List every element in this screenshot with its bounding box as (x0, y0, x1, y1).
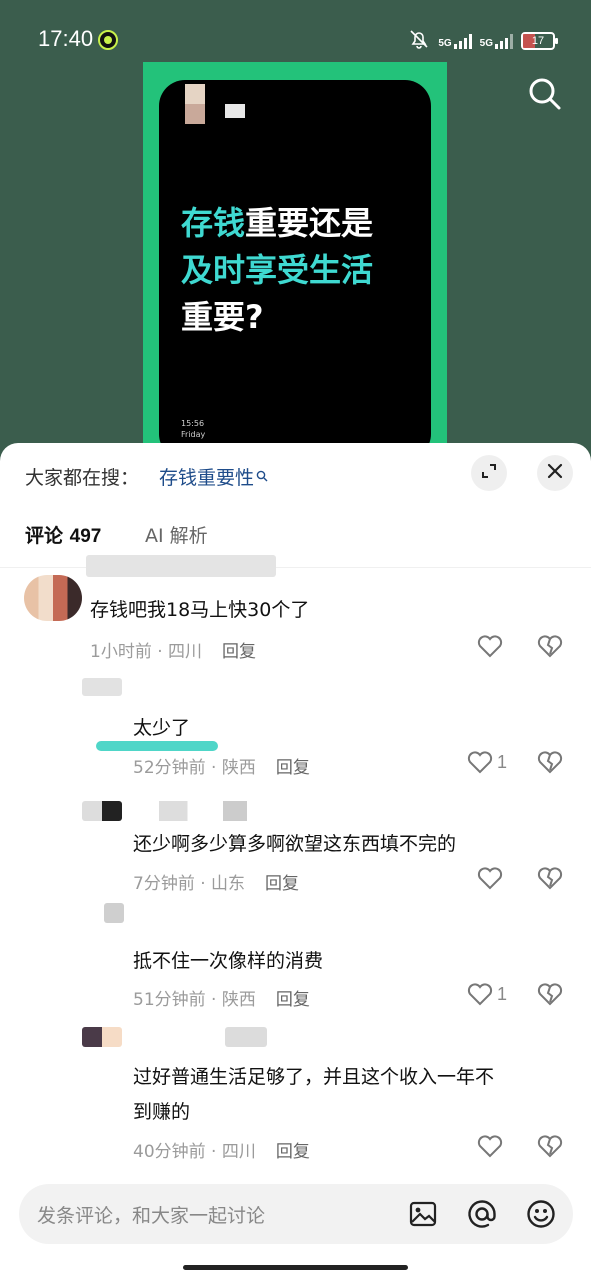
avatar[interactable] (24, 575, 82, 621)
like-button[interactable]: 1 (467, 750, 507, 774)
comment-text: 太少了 (133, 717, 191, 739)
dislike-button[interactable] (537, 866, 563, 892)
broken-heart-icon (537, 635, 563, 658)
comment-sheet: 大家都在搜： 存钱重要性 评论 497 AI 解析 存钱吧我18马上快30个了 (0, 443, 591, 1280)
like-count: 1 (497, 983, 508, 1004)
signal-2: 5G (480, 33, 513, 49)
comment-text-line2: 到赚的 (133, 1101, 191, 1123)
heart-icon (477, 867, 503, 890)
image-icon[interactable] (407, 1198, 439, 1230)
highlight-mark (96, 741, 218, 751)
avatar[interactable] (82, 1027, 122, 1047)
like-button[interactable]: 1 (467, 982, 507, 1006)
comment-text: 抵不住一次像样的消费 (133, 950, 324, 972)
heart-icon (467, 983, 493, 1006)
broken-heart-icon (537, 867, 563, 890)
search-icon[interactable] (527, 76, 563, 112)
expand-button[interactable] (471, 455, 507, 491)
blurred-username (86, 555, 276, 577)
comment-meta: 40分钟前 · 四川 回复 (133, 1142, 310, 1162)
dislike-button[interactable] (537, 982, 563, 1008)
like-count: 1 (497, 751, 508, 772)
reply-button[interactable]: 回复 (222, 642, 256, 662)
blurred-avatar (185, 84, 205, 124)
phone-clock: 15:56 Friday (181, 419, 206, 439)
signal-1: 5G (438, 33, 472, 49)
comment-meta: 52分钟前 · 陕西 回复 (133, 758, 310, 778)
home-indicator[interactable] (183, 1265, 408, 1270)
status-time: 17:40 (38, 26, 94, 51)
comment-meta: 1小时前 · 四川 回复 (90, 642, 257, 662)
reply-button[interactable]: 回复 (276, 1142, 310, 1162)
like-button[interactable] (477, 866, 503, 890)
comment-meta: 7分钟前 · 山东 回复 (133, 874, 300, 894)
mute-bell-icon (408, 28, 430, 53)
status-indicators: 5G 5G 17 (408, 28, 558, 53)
close-icon (547, 463, 563, 483)
comment-input-bar[interactable]: 发条评论，和大家一起讨论 (19, 1184, 573, 1244)
phone-screen-card: 存钱重要还是 及时享受生活 重要? 15:56 Friday (159, 80, 431, 460)
heart-icon (477, 635, 503, 658)
close-button[interactable] (537, 455, 573, 491)
mini-search-icon (256, 465, 268, 482)
battery-icon: 17 (521, 31, 558, 50)
avatar[interactable] (104, 903, 124, 923)
emoji-icon[interactable] (525, 1198, 557, 1230)
video-headline: 存钱重要还是 及时享受生活 重要? (181, 204, 374, 336)
avatar[interactable] (82, 801, 122, 821)
comment-input[interactable]: 发条评论，和大家一起讨论 (37, 1201, 265, 1228)
heart-icon (467, 751, 493, 774)
comment-text: 过好普通生活足够了，并且这个收入一年不 (133, 1066, 495, 1088)
reply-button[interactable]: 回复 (265, 874, 299, 894)
dislike-button[interactable] (537, 1134, 563, 1160)
like-button[interactable] (477, 634, 503, 658)
avatar[interactable] (82, 678, 122, 696)
dislike-button[interactable] (537, 634, 563, 660)
blurred-username (145, 801, 287, 821)
like-button[interactable] (477, 1134, 503, 1158)
broken-heart-icon (537, 1135, 563, 1158)
reply-button[interactable]: 回复 (276, 758, 310, 778)
comment-text: 还少啊多少算多啊欲望这东西填不完的 (133, 833, 457, 855)
app-indicator-icon (98, 30, 118, 50)
broken-heart-icon (537, 751, 563, 774)
tab-comments[interactable]: 评论 497 (25, 521, 101, 548)
tab-ai-analysis[interactable]: AI 解析 (145, 521, 208, 548)
blurred-username (225, 1027, 267, 1047)
broken-heart-icon (537, 983, 563, 1006)
hot-search-label: 大家都在搜： (25, 467, 140, 489)
expand-icon (480, 462, 498, 484)
heart-icon (477, 1135, 503, 1158)
blurred-name (225, 104, 245, 118)
sheet-header: 大家都在搜： 存钱重要性 (0, 443, 591, 507)
hot-search-link[interactable]: 存钱重要性 (159, 463, 268, 490)
comment-meta: 51分钟前 · 陕西 回复 (133, 990, 310, 1010)
video-poster[interactable]: 存钱重要还是 及时享受生活 重要? 15:56 Friday (143, 62, 447, 470)
reply-button[interactable]: 回复 (276, 990, 310, 1010)
at-icon[interactable] (466, 1198, 498, 1230)
comment-text: 存钱吧我18马上快30个了 (90, 599, 310, 621)
dislike-button[interactable] (537, 750, 563, 776)
